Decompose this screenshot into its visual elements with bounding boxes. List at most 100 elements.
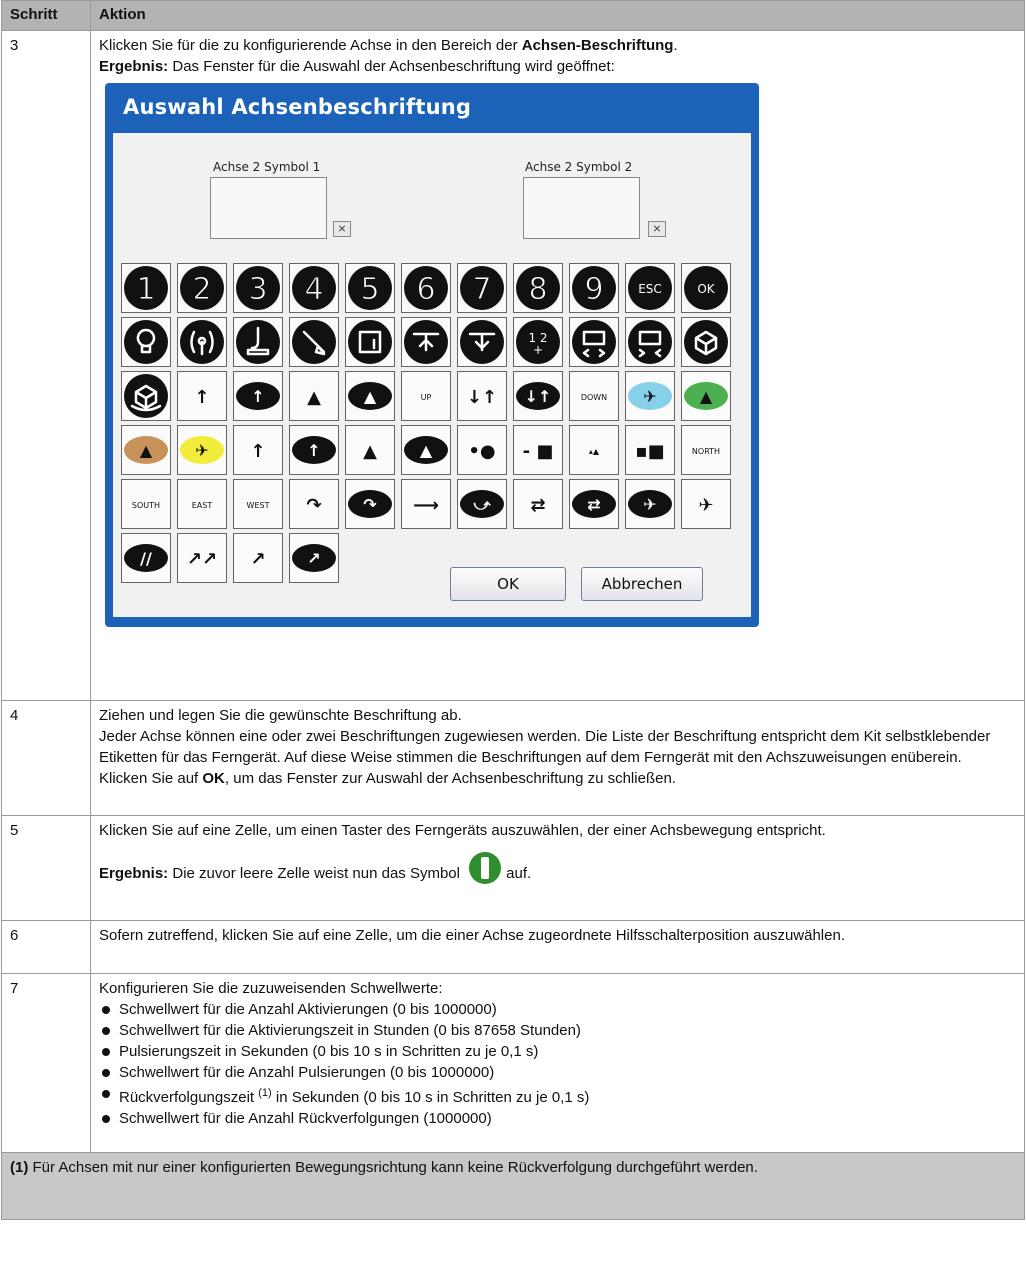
label-tile[interactable]: 9 bbox=[569, 263, 619, 313]
label-tile[interactable]: ✈ bbox=[177, 425, 227, 475]
svg-text:4: 4 bbox=[304, 272, 323, 307]
label-tile[interactable] bbox=[289, 317, 339, 367]
ok-button[interactable]: OK bbox=[450, 567, 566, 601]
label-tile[interactable]: ▲ bbox=[121, 425, 171, 475]
label-tile[interactable] bbox=[681, 317, 731, 367]
label-tile[interactable] bbox=[625, 317, 675, 367]
label-symbol-icon: ▲ bbox=[404, 436, 448, 464]
label-tile[interactable]: 6 bbox=[401, 263, 451, 313]
svg-text:↷: ↷ bbox=[363, 495, 377, 514]
label-tile[interactable]: ↷ bbox=[289, 479, 339, 529]
label-tile[interactable]: ▲ bbox=[289, 371, 339, 421]
label-tile[interactable]: ▲ bbox=[681, 371, 731, 421]
label-symbol-icon: DOWN bbox=[581, 393, 607, 402]
label-tile[interactable]: ▲ bbox=[345, 425, 395, 475]
label-tile[interactable]: 7 bbox=[457, 263, 507, 313]
label-tile[interactable]: NORTH bbox=[681, 425, 731, 475]
label-symbol-icon: SOUTH bbox=[132, 501, 160, 510]
label-tile[interactable]: 3 bbox=[233, 263, 283, 313]
clear-symbol1-button[interactable]: ⨯ bbox=[333, 221, 351, 237]
green-pulse-icon bbox=[469, 852, 502, 885]
label-tile[interactable]: // bbox=[121, 533, 171, 583]
label-symbol-icon bbox=[684, 320, 728, 364]
label-tile[interactable]: ESC bbox=[625, 263, 675, 313]
svg-text:▲: ▲ bbox=[307, 387, 321, 408]
label-symbol-icon: ↗↗ bbox=[187, 549, 217, 570]
label-tile[interactable] bbox=[121, 371, 171, 421]
list-item: Rückverfolgungszeit (1) in Sekunden (0 b… bbox=[102, 1083, 1016, 1108]
label-tile[interactable] bbox=[233, 317, 283, 367]
label-tile[interactable]: ↗ bbox=[289, 533, 339, 583]
label-tile[interactable]: EAST bbox=[177, 479, 227, 529]
label-tile[interactable]: 1 2 + bbox=[513, 317, 563, 367]
label-tile[interactable]: ↑ bbox=[289, 425, 339, 475]
label-tile[interactable] bbox=[345, 317, 395, 367]
label-symbol-icon bbox=[404, 320, 448, 364]
svg-text:8: 8 bbox=[528, 272, 547, 307]
label-tile[interactable]: •● bbox=[457, 425, 507, 475]
label-tile[interactable]: ↗↗ bbox=[177, 533, 227, 583]
label-tile[interactable]: ↗ bbox=[233, 533, 283, 583]
label-tile[interactable]: ▲ bbox=[345, 371, 395, 421]
label-tile[interactable]: WEST bbox=[233, 479, 283, 529]
label-symbol-icon: - ■ bbox=[523, 441, 554, 462]
symbol2-dropzone[interactable] bbox=[523, 177, 640, 239]
label-symbol-icon: // bbox=[124, 544, 168, 572]
label-tile[interactable]: ↑ bbox=[233, 425, 283, 475]
label-tile[interactable] bbox=[457, 317, 507, 367]
label-tile[interactable]: ▪■ bbox=[625, 425, 675, 475]
svg-text:⤻: ⤻ bbox=[473, 495, 491, 514]
svg-text:WEST: WEST bbox=[247, 501, 270, 510]
label-tile[interactable]: ⟶ bbox=[401, 479, 451, 529]
label-tile[interactable]: 1 bbox=[121, 263, 171, 313]
label-tile[interactable]: ⇄ bbox=[513, 479, 563, 529]
label-tile[interactable]: SOUTH bbox=[121, 479, 171, 529]
svg-text:▲: ▲ bbox=[700, 387, 713, 406]
label-tile[interactable]: ↓↑ bbox=[457, 371, 507, 421]
label-tile[interactable]: ↑ bbox=[233, 371, 283, 421]
step-action: Klicken Sie auf eine Zelle, um einen Tas… bbox=[90, 815, 1025, 921]
step-action: Ziehen und legen Sie die gewünschte Besc… bbox=[90, 700, 1025, 816]
cancel-button[interactable]: Abbrechen bbox=[581, 567, 703, 601]
label-tile[interactable]: 4 bbox=[289, 263, 339, 313]
label-tile[interactable]: ✈ bbox=[625, 371, 675, 421]
label-tile[interactable]: ✈ bbox=[681, 479, 731, 529]
label-tile[interactable]: 8 bbox=[513, 263, 563, 313]
label-tile[interactable] bbox=[121, 317, 171, 367]
dialog-body: Achse 2 Symbol 1 ⨯ Achse 2 Symbol 2 ⨯ 1 2… bbox=[113, 133, 751, 617]
step-row-7: 7 Konfigurieren Sie die zuzuweisenden Sc… bbox=[1, 973, 1025, 1153]
label-symbol-icon: ↑ bbox=[292, 436, 336, 464]
svg-text:UP: UP bbox=[421, 393, 432, 402]
svg-text:9: 9 bbox=[584, 272, 603, 307]
label-tile[interactable] bbox=[177, 317, 227, 367]
label-tile[interactable]: ↓↑ bbox=[513, 371, 563, 421]
label-tile[interactable]: ▲ bbox=[401, 425, 451, 475]
label-tile[interactable]: ✈ bbox=[625, 479, 675, 529]
label-tile[interactable] bbox=[569, 317, 619, 367]
label-tile[interactable]: DOWN bbox=[569, 371, 619, 421]
label-symbol-icon: ⟶ bbox=[413, 495, 439, 516]
label-tile[interactable]: ⤻ bbox=[457, 479, 507, 529]
label-symbol-icon: ▲ bbox=[307, 387, 321, 408]
symbol1-dropzone[interactable] bbox=[210, 177, 327, 239]
svg-text:▲: ▲ bbox=[140, 441, 153, 460]
label-tile[interactable]: 5 bbox=[345, 263, 395, 313]
label-tile[interactable]: ▴▲ bbox=[569, 425, 619, 475]
label-tile[interactable]: OK bbox=[681, 263, 731, 313]
label-symbol-icon: ↑ bbox=[250, 441, 265, 462]
label-tile[interactable]: UP bbox=[401, 371, 451, 421]
label-tile[interactable]: 2 bbox=[177, 263, 227, 313]
label-tile[interactable]: ↷ bbox=[345, 479, 395, 529]
label-symbol-icon: 2 bbox=[180, 266, 224, 310]
header-step: Schritt bbox=[1, 0, 91, 31]
label-tile[interactable]: ⇄ bbox=[569, 479, 619, 529]
label-tile[interactable] bbox=[401, 317, 451, 367]
label-symbol-icon: ↓↑ bbox=[516, 382, 560, 410]
text-line: Klicken Sie auf eine Zelle, um einen Tas… bbox=[99, 822, 826, 839]
label-tile[interactable]: ↑ bbox=[177, 371, 227, 421]
label-tile[interactable]: - ■ bbox=[513, 425, 563, 475]
step-action: Konfigurieren Sie die zuzuweisenden Schw… bbox=[90, 973, 1025, 1153]
svg-text:NORTH: NORTH bbox=[692, 447, 720, 456]
label-symbol-icon: NORTH bbox=[692, 447, 720, 456]
clear-symbol2-button[interactable]: ⨯ bbox=[648, 221, 666, 237]
